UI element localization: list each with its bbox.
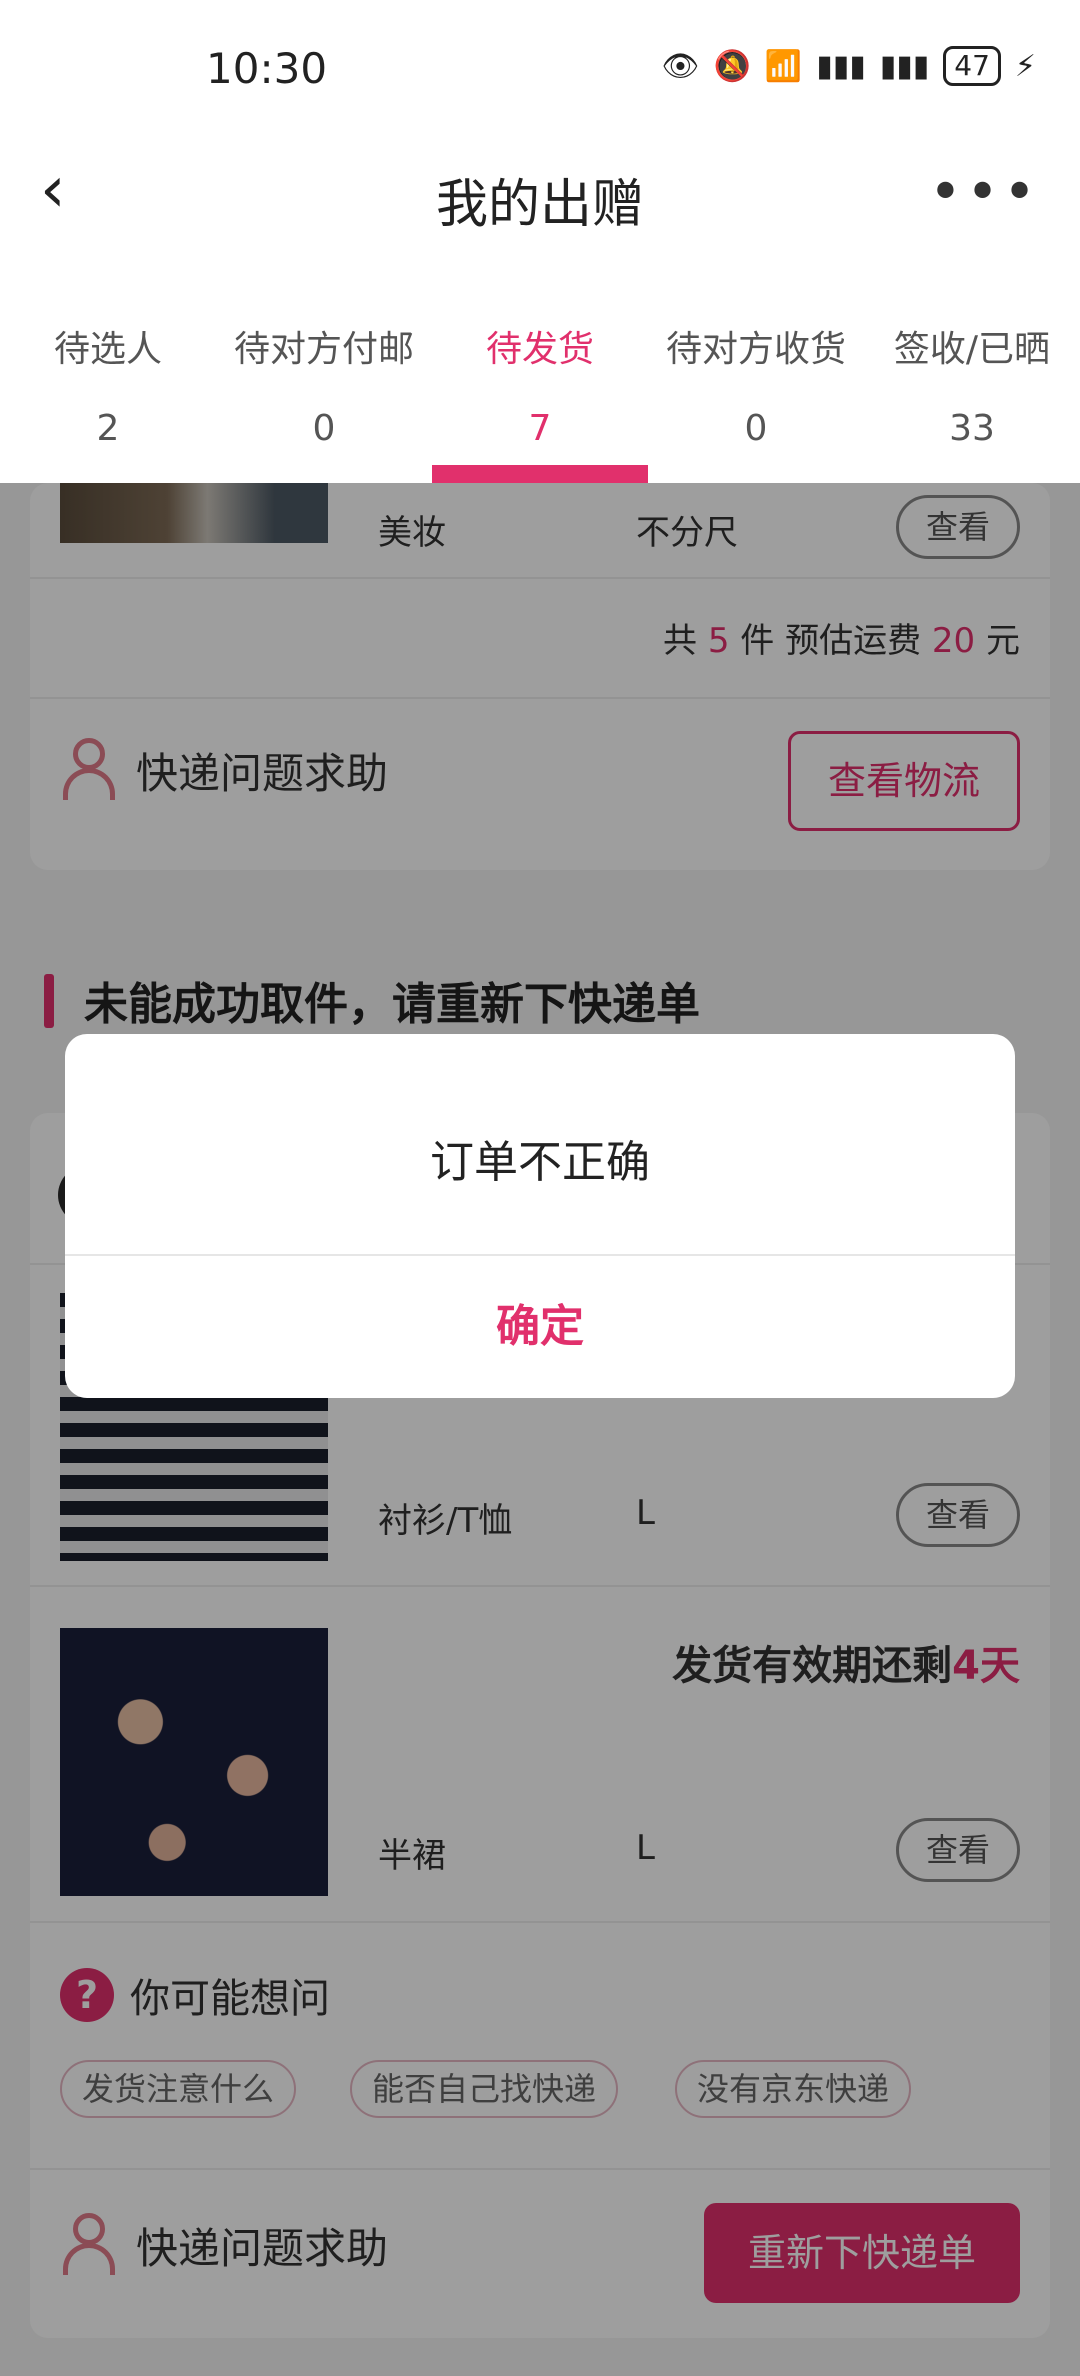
eye-icon: 👁 [661, 48, 700, 84]
signal-4g-icon: ▮▮▮ [879, 48, 930, 84]
confirm-button[interactable]: 确定 [65, 1256, 1015, 1398]
tab-pending-ship[interactable]: 待发货 7 [432, 250, 648, 483]
tab-count: 2 [96, 408, 120, 449]
page-title: 我的出赠 [435, 175, 644, 235]
tab-label: 待对方收货 [665, 329, 846, 370]
alert-dialog: 订单不正确 确定 [65, 1034, 1015, 1398]
status-time: 10:30 [206, 44, 328, 93]
wifi-icon: 📶 [764, 48, 803, 84]
signal-4g-icon: ▮▮▮ [816, 48, 866, 84]
tab-count: 7 [528, 408, 552, 449]
battery-level: 47 [943, 46, 1001, 86]
active-tab-indicator [432, 465, 648, 483]
tab-pending-select[interactable]: 待选人 2 [0, 250, 216, 483]
status-tabs: 待选人 2 待对方付邮 0 待发货 7 待对方收货 0 签收/已晒 33 [0, 250, 1080, 483]
tab-label: 待对方付邮 [233, 329, 414, 370]
status-bar: 10:30 👁 🔕 📶 ▮▮▮ ▮▮▮ 47 ⚡ [0, 0, 1080, 140]
tab-received[interactable]: 签收/已晒 33 [864, 250, 1080, 483]
tab-count: 0 [312, 408, 336, 449]
modal-mask[interactable] [0, 483, 1080, 2376]
status-icons: 👁 🔕 📶 ▮▮▮ ▮▮▮ 47 ⚡ [661, 46, 1036, 86]
dialog-message: 订单不正确 [430, 1137, 650, 1188]
tab-label: 待选人 [53, 329, 162, 370]
tab-count: 0 [744, 408, 768, 449]
tab-label: 签收/已晒 [893, 329, 1051, 370]
tab-count: 33 [949, 408, 995, 449]
nav-bar: ‹ 我的出赠 ••• [0, 140, 1080, 250]
tab-pending-receive[interactable]: 待对方收货 0 [648, 250, 864, 483]
more-icon[interactable]: ••• [929, 160, 1040, 225]
bell-off-icon: 🔕 [713, 48, 751, 84]
charging-icon: ⚡ [1014, 48, 1036, 84]
tab-label: 待发货 [485, 329, 594, 370]
tab-pending-postage[interactable]: 待对方付邮 0 [216, 250, 432, 483]
